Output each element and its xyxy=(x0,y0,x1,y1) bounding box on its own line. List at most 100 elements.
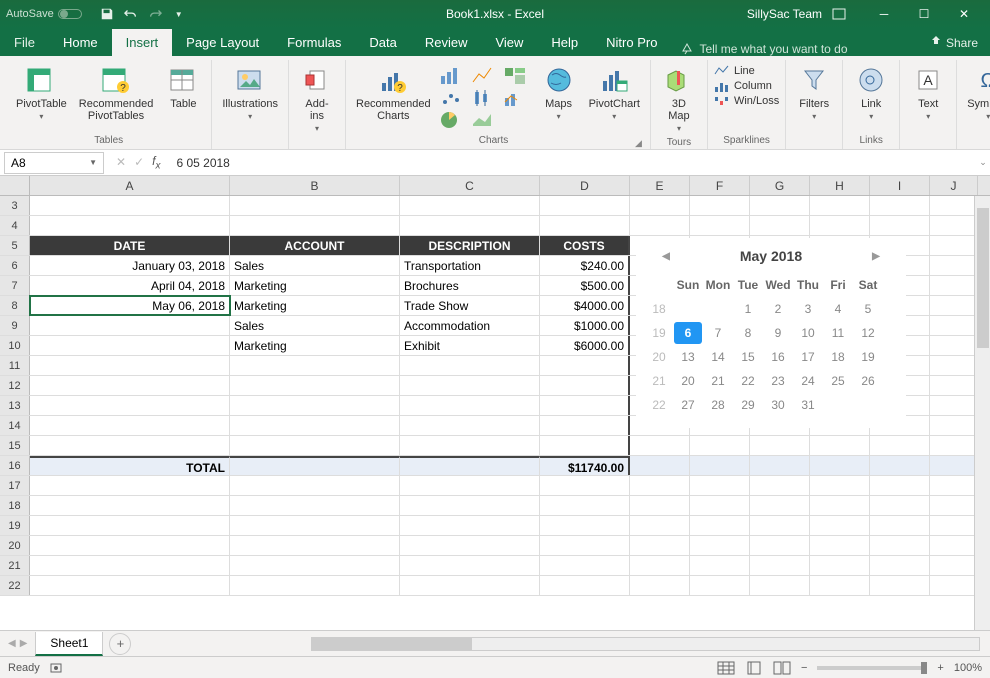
row-header[interactable]: 7 xyxy=(0,276,30,295)
cell[interactable] xyxy=(540,356,630,375)
cell[interactable] xyxy=(30,576,230,595)
cell[interactable]: Marketing xyxy=(230,336,400,355)
nitro-tab[interactable]: Nitro Pro xyxy=(592,29,671,56)
cell[interactable] xyxy=(540,416,630,435)
cell[interactable] xyxy=(750,576,810,595)
cell[interactable] xyxy=(870,536,930,555)
cell[interactable] xyxy=(930,336,978,355)
row-header[interactable]: 3 xyxy=(0,196,30,215)
cell[interactable]: TOTAL xyxy=(30,456,230,475)
cell[interactable] xyxy=(810,556,870,575)
cell[interactable] xyxy=(540,376,630,395)
formulas-tab[interactable]: Formulas xyxy=(273,29,355,56)
symbols-button[interactable]: Ω Symbols▾ xyxy=(963,62,990,123)
cancel-formula-icon[interactable]: ✕ xyxy=(116,155,126,169)
cell[interactable] xyxy=(810,536,870,555)
cell[interactable] xyxy=(630,196,690,215)
add-sheet-icon[interactable]: + xyxy=(109,633,131,655)
select-all-corner[interactable] xyxy=(0,176,30,195)
undo-icon[interactable] xyxy=(124,7,138,21)
cell[interactable] xyxy=(930,196,978,215)
cell[interactable] xyxy=(230,216,400,235)
calendar-day[interactable]: 14 xyxy=(704,346,732,368)
cell[interactable] xyxy=(30,556,230,575)
cell[interactable] xyxy=(630,516,690,535)
cell[interactable] xyxy=(630,476,690,495)
cell[interactable] xyxy=(750,476,810,495)
cell[interactable] xyxy=(690,476,750,495)
cell[interactable] xyxy=(230,476,400,495)
cell[interactable] xyxy=(400,356,540,375)
review-tab[interactable]: Review xyxy=(411,29,482,56)
cell[interactable] xyxy=(930,316,978,335)
calendar-day[interactable]: 10 xyxy=(794,322,822,344)
cell[interactable]: COSTS xyxy=(540,236,630,255)
cell[interactable] xyxy=(690,456,750,475)
cell[interactable] xyxy=(930,516,978,535)
cell[interactable] xyxy=(630,436,690,455)
cell[interactable] xyxy=(400,516,540,535)
column-header[interactable]: A xyxy=(30,176,230,195)
calendar-day[interactable]: 18 xyxy=(824,346,852,368)
link-button[interactable]: Link▾ xyxy=(849,62,893,123)
cell[interactable] xyxy=(230,496,400,515)
calendar-day[interactable]: 9 xyxy=(764,322,792,344)
row-header[interactable]: 20 xyxy=(0,536,30,555)
row-header[interactable]: 16 xyxy=(0,456,30,475)
cell[interactable] xyxy=(930,556,978,575)
calendar-day[interactable]: 21 xyxy=(704,370,732,392)
calendar-day[interactable]: 1 xyxy=(734,298,762,320)
cell[interactable] xyxy=(400,536,540,555)
row-header[interactable]: 19 xyxy=(0,516,30,535)
cell[interactable]: Sales xyxy=(230,316,400,335)
page-layout-view-icon[interactable] xyxy=(745,661,763,675)
cell[interactable] xyxy=(630,576,690,595)
calendar-day[interactable]: 2 xyxy=(764,298,792,320)
cell[interactable] xyxy=(930,536,978,555)
cell[interactable] xyxy=(930,576,978,595)
redo-icon[interactable] xyxy=(148,7,162,21)
calendar-day[interactable]: 20 xyxy=(674,370,702,392)
cell[interactable]: Exhibit xyxy=(400,336,540,355)
cell[interactable] xyxy=(930,456,978,475)
cell[interactable] xyxy=(400,476,540,495)
cell[interactable]: Marketing xyxy=(230,276,400,295)
cell[interactable] xyxy=(930,356,978,375)
cell[interactable] xyxy=(540,396,630,415)
stat-chart-icon[interactable] xyxy=(471,88,501,108)
share-button[interactable]: Share xyxy=(918,30,990,56)
qat-dropdown-icon[interactable]: ▼ xyxy=(172,7,186,21)
illustrations-button[interactable]: Illustrations▾ xyxy=(218,62,282,123)
cell[interactable] xyxy=(870,556,930,575)
recommended-charts-button[interactable]: ? Recommended Charts xyxy=(352,62,435,124)
column-header[interactable]: H xyxy=(810,176,870,195)
row-header[interactable]: 13 xyxy=(0,396,30,415)
cell[interactable] xyxy=(630,496,690,515)
prev-month-icon[interactable]: ◀ xyxy=(662,251,670,262)
cell[interactable] xyxy=(540,576,630,595)
cell[interactable] xyxy=(540,216,630,235)
cell[interactable]: $11740.00 xyxy=(540,456,630,475)
cell[interactable] xyxy=(30,336,230,355)
calendar-day[interactable]: 8 xyxy=(734,322,762,344)
cell[interactable] xyxy=(630,556,690,575)
cell[interactable] xyxy=(230,436,400,455)
calendar-day[interactable]: 3 xyxy=(794,298,822,320)
zoom-in-icon[interactable]: + xyxy=(937,662,943,674)
addins-button[interactable]: Add- ins▾ xyxy=(295,62,339,135)
file-tab[interactable]: File xyxy=(0,29,49,56)
tell-me-search[interactable]: Tell me what you want to do xyxy=(679,42,847,56)
row-header[interactable]: 4 xyxy=(0,216,30,235)
cell[interactable] xyxy=(230,396,400,415)
row-header[interactable]: 12 xyxy=(0,376,30,395)
cell[interactable] xyxy=(930,436,978,455)
filters-button[interactable]: Filters▾ xyxy=(792,62,836,123)
horizontal-scrollbar[interactable] xyxy=(311,637,980,651)
cell[interactable]: Marketing xyxy=(230,296,400,315)
calendar-day[interactable]: 15 xyxy=(734,346,762,368)
calendar-day[interactable]: 16 xyxy=(764,346,792,368)
cell[interactable] xyxy=(930,376,978,395)
cell[interactable] xyxy=(870,516,930,535)
name-box[interactable]: A8▼ xyxy=(4,152,104,174)
row-header[interactable]: 6 xyxy=(0,256,30,275)
